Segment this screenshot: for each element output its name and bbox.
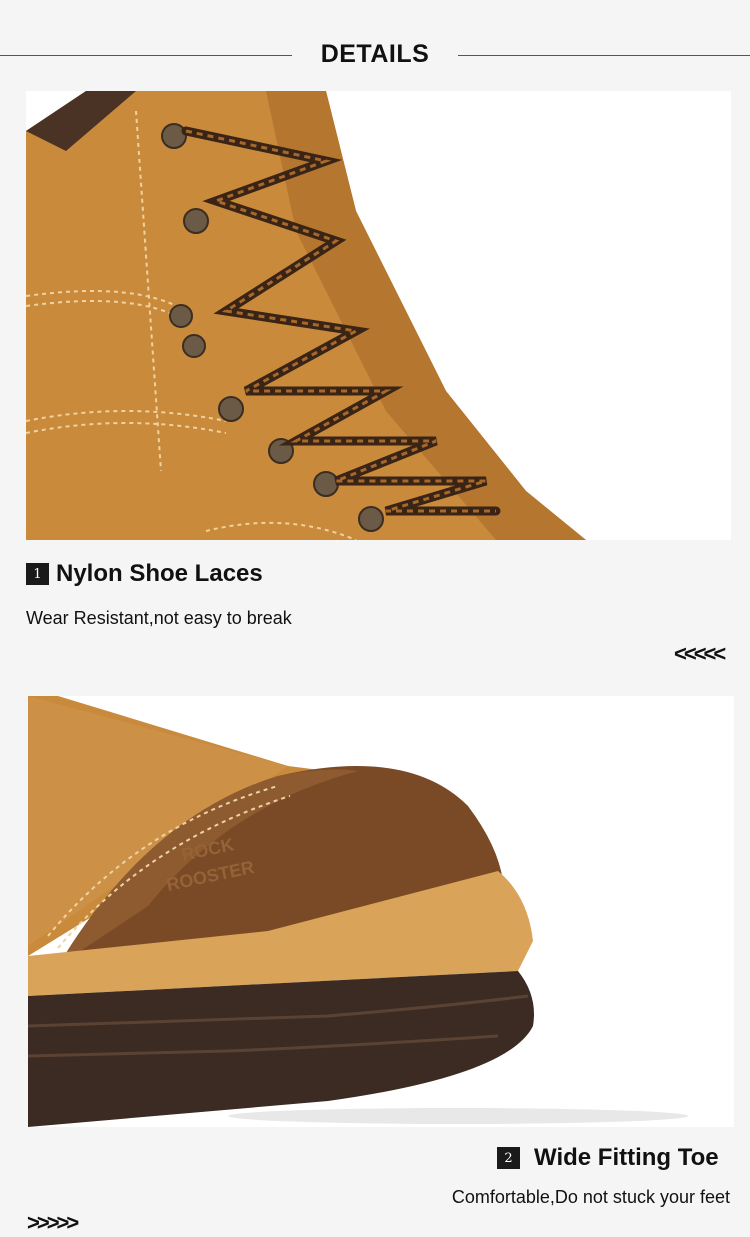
feature-number-badge: 2 (497, 1147, 520, 1169)
header-divider-right (458, 55, 750, 56)
feature-number-badge: 1 (26, 563, 49, 585)
boot-toe-photo: ROCK ROOSTER (28, 696, 734, 1127)
section-header: DETAILS (0, 32, 750, 80)
feature-description: Comfortable,Do not stuck your feet (451, 1187, 730, 1207)
feature-title-text: Wide Fitting Toe (534, 1144, 719, 1171)
boot-laces-photo (26, 91, 731, 540)
arrows-left-icon: <<<<< (674, 641, 726, 666)
feature-description: Wear Resistant,not easy to break (26, 608, 292, 628)
arrows-right-icon: >>>>> (27, 1210, 79, 1235)
feature-title: 1 Nylon Shoe Laces (26, 560, 263, 588)
feature-title-text: Nylon Shoe Laces (56, 560, 263, 587)
feature-title: 2 Wide Fitting Toe (497, 1144, 719, 1172)
